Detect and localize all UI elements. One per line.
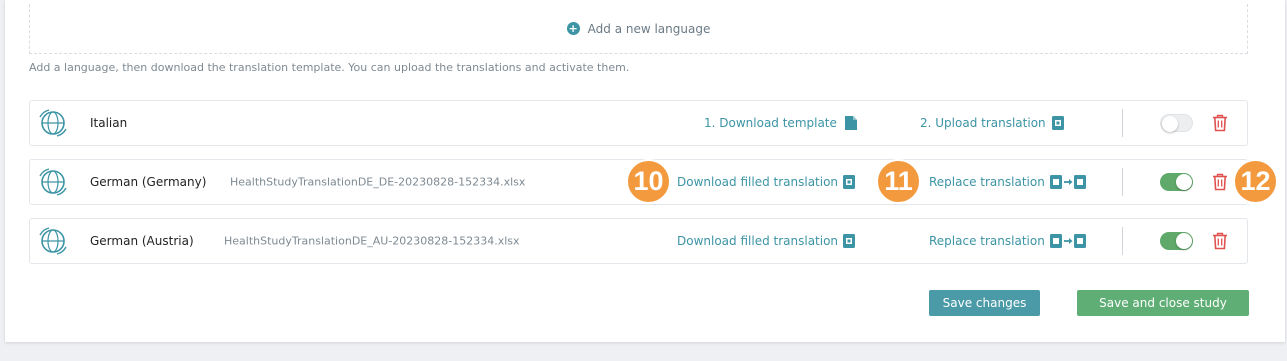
annotation-badge-10: 10 xyxy=(626,159,671,204)
add-language-label: Add a new language xyxy=(587,21,711,36)
replace-file-icon[interactable] xyxy=(1050,234,1086,248)
translation-filename: HealthStudyTranslationDE_AU-20230828-152… xyxy=(224,234,520,248)
divider xyxy=(1122,109,1123,137)
add-language-button[interactable]: + Add a new language xyxy=(29,4,1248,54)
trash-icon[interactable] xyxy=(1212,232,1228,250)
divider xyxy=(1122,227,1123,255)
language-row-german-austria: German (Austria) HealthStudyTranslationD… xyxy=(29,218,1248,264)
language-row-italian: Italian 1. Download template 2. Upload t… xyxy=(29,100,1248,146)
globe-translate-icon xyxy=(39,168,67,196)
plus-circle-icon: + xyxy=(566,22,580,35)
replace-translation-link[interactable]: Replace translation xyxy=(929,234,1045,248)
language-name: German (Austria) xyxy=(90,234,194,248)
hint-text: Add a language, then download the transl… xyxy=(29,61,630,74)
globe-translate-icon xyxy=(39,227,67,255)
save-changes-button[interactable]: Save changes xyxy=(929,290,1040,316)
annotation-badge-11: 11 xyxy=(876,159,921,204)
trash-icon[interactable] xyxy=(1212,114,1228,132)
save-and-close-button[interactable]: Save and close study xyxy=(1077,290,1249,316)
download-filled-translation-link[interactable]: Download filled translation xyxy=(677,234,838,248)
language-name: German (Germany) xyxy=(90,175,207,189)
spreadsheet-file-icon[interactable] xyxy=(843,234,855,248)
upload-translation-link[interactable]: 2. Upload translation xyxy=(920,116,1046,130)
replace-file-icon[interactable] xyxy=(1050,175,1086,189)
download-filled-translation-link[interactable]: Download filled translation xyxy=(677,175,838,189)
spreadsheet-file-icon[interactable] xyxy=(843,175,855,189)
activate-toggle[interactable] xyxy=(1160,114,1193,132)
replace-translation-link[interactable]: Replace translation xyxy=(929,175,1045,189)
globe-translate-icon xyxy=(39,109,67,137)
trash-icon[interactable] xyxy=(1212,173,1228,191)
translation-filename: HealthStudyTranslationDE_DE-20230828-152… xyxy=(230,175,526,189)
download-template-link[interactable]: 1. Download template xyxy=(704,116,837,130)
language-name: Italian xyxy=(90,116,128,130)
activate-toggle[interactable] xyxy=(1160,232,1193,250)
file-icon[interactable] xyxy=(845,116,857,130)
spreadsheet-file-icon[interactable] xyxy=(1052,116,1064,130)
annotation-badge-12: 12 xyxy=(1233,159,1278,204)
divider xyxy=(1122,168,1123,196)
activate-toggle[interactable] xyxy=(1160,173,1193,191)
